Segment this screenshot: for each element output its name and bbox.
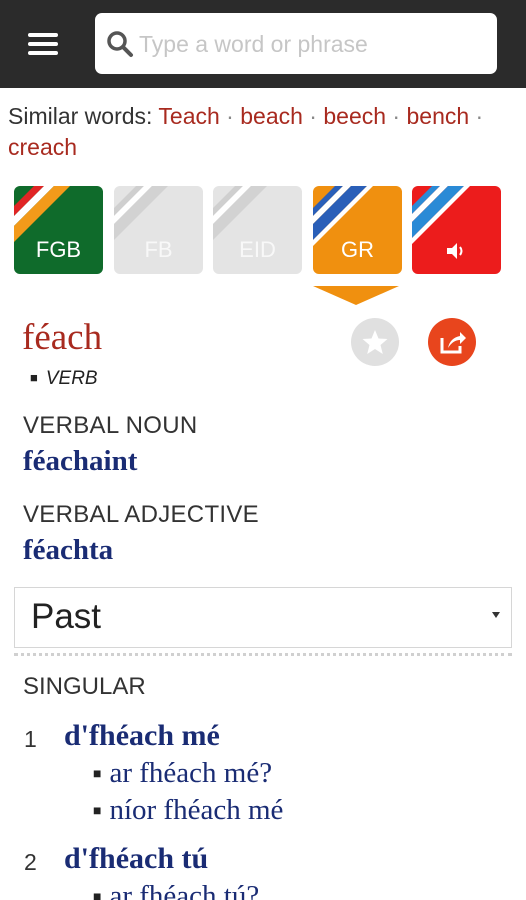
tab-eid[interactable]: EID	[213, 186, 302, 274]
conjugation-form[interactable]: d'fhéach tú	[64, 842, 208, 876]
hamburger-menu-icon[interactable]	[24, 28, 62, 60]
person-number: 2	[24, 849, 37, 875]
similar-word-link[interactable]: creach	[8, 134, 77, 160]
person-number: 1	[24, 726, 37, 752]
conjugation-negative-text: níor fhéach mé	[109, 794, 284, 826]
verbal-noun: féachaint	[23, 445, 138, 477]
tab-label: FGB	[35, 237, 82, 262]
bullet-icon: ■	[30, 370, 38, 385]
separator: ·	[392, 103, 401, 129]
tense-select-value: Past	[31, 597, 102, 636]
tab-label: EID	[239, 237, 276, 262]
favorite-button[interactable]	[351, 318, 399, 366]
conjugation-form[interactable]: d'fhéach mé	[64, 719, 220, 753]
selected-tab-pointer	[313, 286, 399, 305]
similar-word-link[interactable]: Teach	[158, 103, 219, 129]
headword: féach	[22, 317, 103, 358]
search-box[interactable]	[95, 13, 497, 74]
bullet-icon: ■	[93, 765, 102, 781]
separator: ·	[309, 103, 317, 129]
share-button[interactable]	[428, 318, 476, 366]
verbal-adjective: féachta	[23, 534, 114, 566]
part-of-speech-label: VERB	[45, 368, 98, 389]
search-icon	[107, 31, 133, 57]
divider	[14, 653, 512, 656]
star-icon	[362, 330, 388, 354]
bullet-icon: ■	[93, 888, 102, 900]
conjugation-question[interactable]: ■ ar fhéach tú?	[93, 880, 259, 900]
similar-words-label: Similar words:	[8, 103, 153, 129]
bullet-icon: ■	[93, 802, 102, 818]
conjugation-question[interactable]: ■ ar fhéach mé?	[93, 757, 272, 790]
speaker-icon	[447, 243, 463, 259]
search-input[interactable]	[139, 23, 484, 65]
conjugation-negative[interactable]: ■ níor fhéach mé	[93, 794, 283, 827]
separator: ·	[226, 103, 234, 129]
tab-label: FB	[144, 237, 173, 262]
separator: ·	[475, 103, 484, 129]
tense-select[interactable]: Past	[14, 587, 512, 648]
tab-label: GR	[341, 237, 374, 262]
tab-sound[interactable]	[412, 186, 501, 274]
similar-word-link[interactable]: bench	[406, 103, 469, 129]
tab-gr[interactable]: GR	[313, 186, 402, 274]
verbal-noun-label: VERBAL NOUN	[23, 412, 198, 439]
part-of-speech: ■ VERB	[30, 368, 98, 390]
tab-fb[interactable]: FB	[114, 186, 203, 274]
section-heading-singular: SINGULAR	[23, 673, 146, 700]
dictionary-tabs: FGB FB EID GR	[14, 186, 504, 276]
dropdown-arrow-icon	[492, 612, 500, 618]
tab-fgb[interactable]: FGB	[14, 186, 103, 274]
conjugation-question-text: ar fhéach tú?	[109, 880, 260, 900]
top-bar	[0, 0, 526, 88]
share-icon	[440, 332, 466, 354]
conjugation-question-text: ar fhéach mé?	[109, 757, 273, 789]
similar-words: Similar words: Teach · beach · beech · b…	[8, 101, 523, 163]
similar-word-link[interactable]: beach	[240, 103, 303, 129]
similar-word-link[interactable]: beech	[323, 103, 386, 129]
verbal-adjective-label: VERBAL ADJECTIVE	[23, 501, 259, 528]
